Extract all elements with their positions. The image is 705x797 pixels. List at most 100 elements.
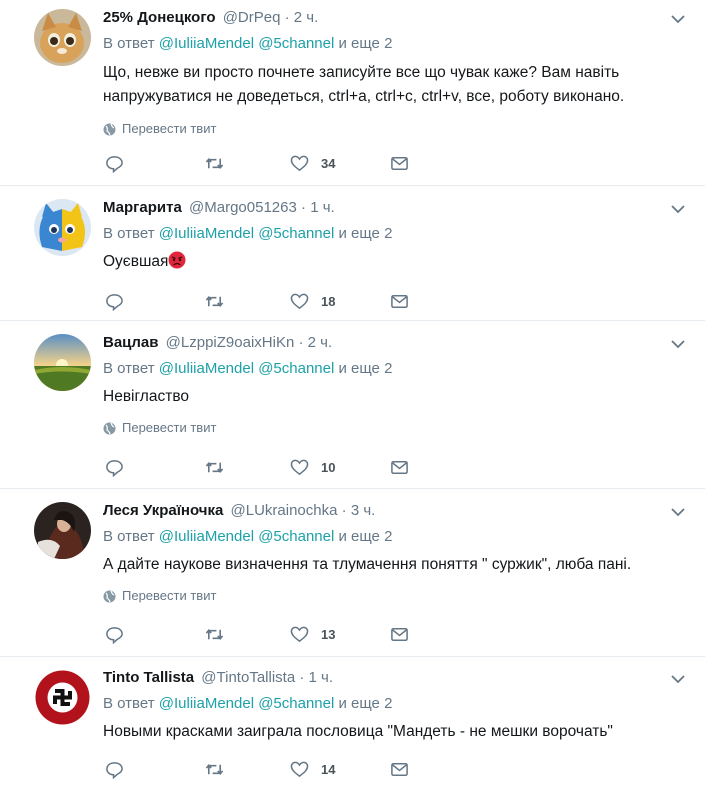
direct-message-button[interactable]: [390, 760, 409, 779]
tweet-header: Tinto Tallista @TintoTallista · 1 ч.: [103, 668, 675, 688]
reply-button[interactable]: [105, 625, 205, 644]
tweet[interactable]: Маргарита @Margo051263 · 1 ч. В ответ @I…: [0, 186, 705, 321]
reply-others-link[interactable]: и еще 2: [339, 695, 393, 712]
reply-others-link[interactable]: и еще 2: [339, 360, 393, 377]
reply-button[interactable]: [105, 760, 205, 779]
direct-message-button[interactable]: [390, 458, 409, 477]
timestamp[interactable]: 1 ч.: [310, 199, 335, 216]
red-emblem-avatar-icon: [34, 669, 91, 726]
separator-dot: ·: [298, 334, 304, 351]
translate-label[interactable]: Перевести твит: [122, 121, 216, 137]
like-count: 10: [321, 459, 336, 475]
separator-dot: ·: [284, 9, 290, 26]
timestamp[interactable]: 2 ч.: [308, 334, 333, 351]
globe-icon: [103, 422, 116, 434]
mention-link[interactable]: @5channel: [258, 35, 334, 52]
retweet-icon: [205, 295, 224, 307]
display-name[interactable]: Tinto Tallista: [103, 669, 194, 686]
mention-link[interactable]: @IuliiaMendel: [159, 35, 254, 52]
like-button[interactable]: 34: [290, 154, 390, 173]
reply-button[interactable]: [105, 292, 205, 311]
tweet[interactable]: 25% Донецкого @DrPeq · 2 ч. В ответ @Iul…: [0, 0, 705, 186]
reply-others-link[interactable]: и еще 2: [339, 225, 393, 242]
separator-dot: ·: [341, 502, 347, 519]
tweet-text: Оуєвшая: [103, 253, 169, 270]
avatar[interactable]: [34, 9, 91, 66]
reply-button[interactable]: [105, 154, 205, 173]
retweet-button[interactable]: [205, 625, 290, 644]
reply-others-link[interactable]: и еще 2: [339, 528, 393, 545]
translate-label[interactable]: Перевести твит: [122, 420, 216, 436]
timestamp[interactable]: 1 ч.: [309, 669, 334, 686]
display-name[interactable]: Леся Україночка: [103, 502, 223, 519]
mention-link[interactable]: @5channel: [258, 695, 334, 712]
like-button[interactable]: 14: [290, 760, 390, 779]
dark-portrait-avatar-icon: [34, 502, 91, 559]
translate-link[interactable]: Перевести твит: [103, 121, 675, 137]
mention-link[interactable]: @5channel: [258, 360, 334, 377]
heart-icon: [290, 459, 309, 475]
display-name[interactable]: 25% Донецкого: [103, 9, 216, 26]
tweet[interactable]: Леся Україночка @LUkrainochka · 3 ч. В о…: [0, 489, 705, 657]
reply-icon: [106, 459, 123, 477]
mention-link[interactable]: @IuliiaMendel: [159, 528, 254, 545]
direct-message-button[interactable]: [390, 625, 409, 644]
heart-icon: [290, 761, 309, 777]
retweet-button[interactable]: [205, 760, 290, 779]
retweet-button[interactable]: [205, 154, 290, 173]
username[interactable]: @Margo051263: [189, 199, 297, 216]
direct-message-button[interactable]: [390, 154, 409, 173]
avatar[interactable]: [34, 334, 91, 391]
mention-link[interactable]: @IuliiaMendel: [159, 225, 254, 242]
reply-context: В ответ @IuliiaMendel @5channel и еще 2: [103, 34, 675, 54]
retweet-icon: [205, 157, 224, 169]
reply-icon: [106, 293, 123, 311]
envelope-icon: [391, 762, 408, 776]
like-button[interactable]: 18: [290, 292, 390, 311]
username[interactable]: @DrPeq: [223, 9, 281, 26]
reply-button[interactable]: [105, 458, 205, 477]
like-button[interactable]: 13: [290, 625, 390, 644]
heart-icon: [290, 626, 309, 642]
mention-link[interactable]: @IuliiaMendel: [159, 360, 254, 377]
reply-context: В ответ @IuliiaMendel @5channel и еще 2: [103, 527, 675, 547]
retweet-button[interactable]: [205, 458, 290, 477]
translate-link[interactable]: Перевести твит: [103, 420, 675, 436]
tweet-actions: 18: [105, 290, 409, 312]
retweet-button[interactable]: [205, 292, 290, 311]
username[interactable]: @LzppiZ9oaixHiKn: [166, 334, 295, 351]
mention-link[interactable]: @5channel: [258, 225, 334, 242]
tweet-header: Маргарита @Margo051263 · 1 ч.: [103, 198, 675, 218]
display-name[interactable]: Вацлав: [103, 334, 159, 351]
reply-icon: [106, 626, 123, 644]
retweet-icon: [205, 763, 224, 775]
username[interactable]: @LUkrainochka: [231, 502, 338, 519]
reply-context: В ответ @IuliiaMendel @5channel и еще 2: [103, 224, 675, 244]
angry-face-emoji: [168, 251, 186, 269]
reply-others-link[interactable]: и еще 2: [339, 35, 393, 52]
timestamp[interactable]: 2 ч.: [294, 9, 319, 26]
translate-link[interactable]: Перевести твит: [103, 588, 675, 604]
direct-message-button[interactable]: [390, 292, 409, 311]
mention-link[interactable]: @IuliiaMendel: [159, 695, 254, 712]
cat-avatar-icon: [34, 9, 91, 66]
username[interactable]: @TintoTallista: [201, 669, 295, 686]
tweet[interactable]: Вацлав @LzppiZ9oaixHiKn · 2 ч. В ответ @…: [0, 321, 705, 489]
like-button[interactable]: 10: [290, 458, 390, 477]
translate-label[interactable]: Перевести твит: [122, 588, 216, 604]
reply-icon: [106, 155, 123, 173]
avatar[interactable]: [34, 502, 91, 559]
mention-link[interactable]: @5channel: [258, 528, 334, 545]
tweet-feed: 25% Донецкого @DrPeq · 2 ч. В ответ @Iul…: [0, 0, 705, 797]
retweet-icon: [205, 461, 224, 473]
timestamp[interactable]: 3 ч.: [351, 502, 376, 519]
tweet-actions: 10: [105, 456, 409, 478]
display-name[interactable]: Маргарита: [103, 199, 182, 216]
tweet-text: Новыми красками заиграла пословица "Манд…: [103, 723, 613, 740]
avatar[interactable]: [34, 199, 91, 256]
reply-icon: [106, 761, 123, 779]
tweet[interactable]: Tinto Tallista @TintoTallista · 1 ч. В о…: [0, 657, 705, 797]
avatar[interactable]: [34, 669, 91, 726]
heart-icon: [290, 293, 309, 309]
globe-icon: [103, 590, 116, 602]
